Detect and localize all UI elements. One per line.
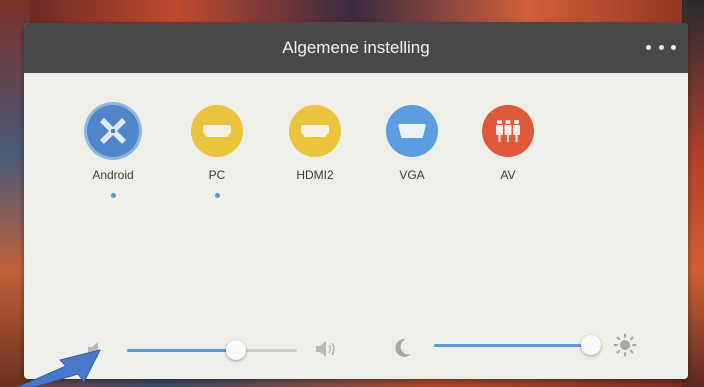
source-label-pc: PC	[208, 168, 226, 182]
source-indicator-dot	[313, 193, 318, 198]
rca-connector-icon	[482, 105, 534, 157]
android-x-icon	[87, 105, 139, 157]
hdmi-connector-icon	[289, 105, 341, 157]
volume-slider-fill	[127, 349, 236, 352]
dialog-header: Algemene instelling	[24, 23, 688, 73]
bottom-controls	[24, 323, 688, 379]
source-pc[interactable]: PC	[172, 105, 262, 225]
source-hdmi2[interactable]: HDMI2	[270, 105, 360, 225]
more-dots-icon[interactable]	[646, 41, 676, 53]
source-indicator-dot	[110, 193, 116, 198]
hdmi-connector-icon	[191, 105, 243, 157]
source-indicator-dot	[506, 193, 511, 198]
source-label-hdmi2: HDMI2	[296, 168, 334, 182]
source-indicator-dot	[214, 193, 220, 198]
source-indicator-dot	[410, 193, 415, 198]
settings-dialog: Algemene instelling Android PC HDMI2 VGA…	[24, 23, 688, 379]
source-android[interactable]: Android	[68, 105, 158, 225]
background-wallpaper-top	[0, 0, 704, 22]
speaker-high-icon[interactable]	[314, 339, 338, 364]
sun-icon[interactable]	[613, 333, 637, 362]
source-label-android: Android	[92, 168, 134, 182]
source-vga[interactable]: VGA	[367, 105, 457, 225]
vga-connector-icon	[386, 105, 438, 157]
annotation-arrow-icon	[17, 349, 101, 387]
brightness-slider[interactable]	[434, 335, 601, 355]
brightness-slider-fill	[434, 344, 591, 347]
source-label-vga: VGA	[399, 168, 425, 182]
brightness-slider-thumb[interactable]	[581, 335, 601, 355]
volume-slider[interactable]	[127, 340, 297, 360]
volume-slider-thumb[interactable]	[226, 340, 246, 360]
source-av[interactable]: AV	[463, 105, 553, 225]
dialog-title: Algemene instelling	[282, 38, 430, 57]
source-label-av: AV	[500, 168, 516, 182]
moon-icon[interactable]	[393, 337, 413, 364]
